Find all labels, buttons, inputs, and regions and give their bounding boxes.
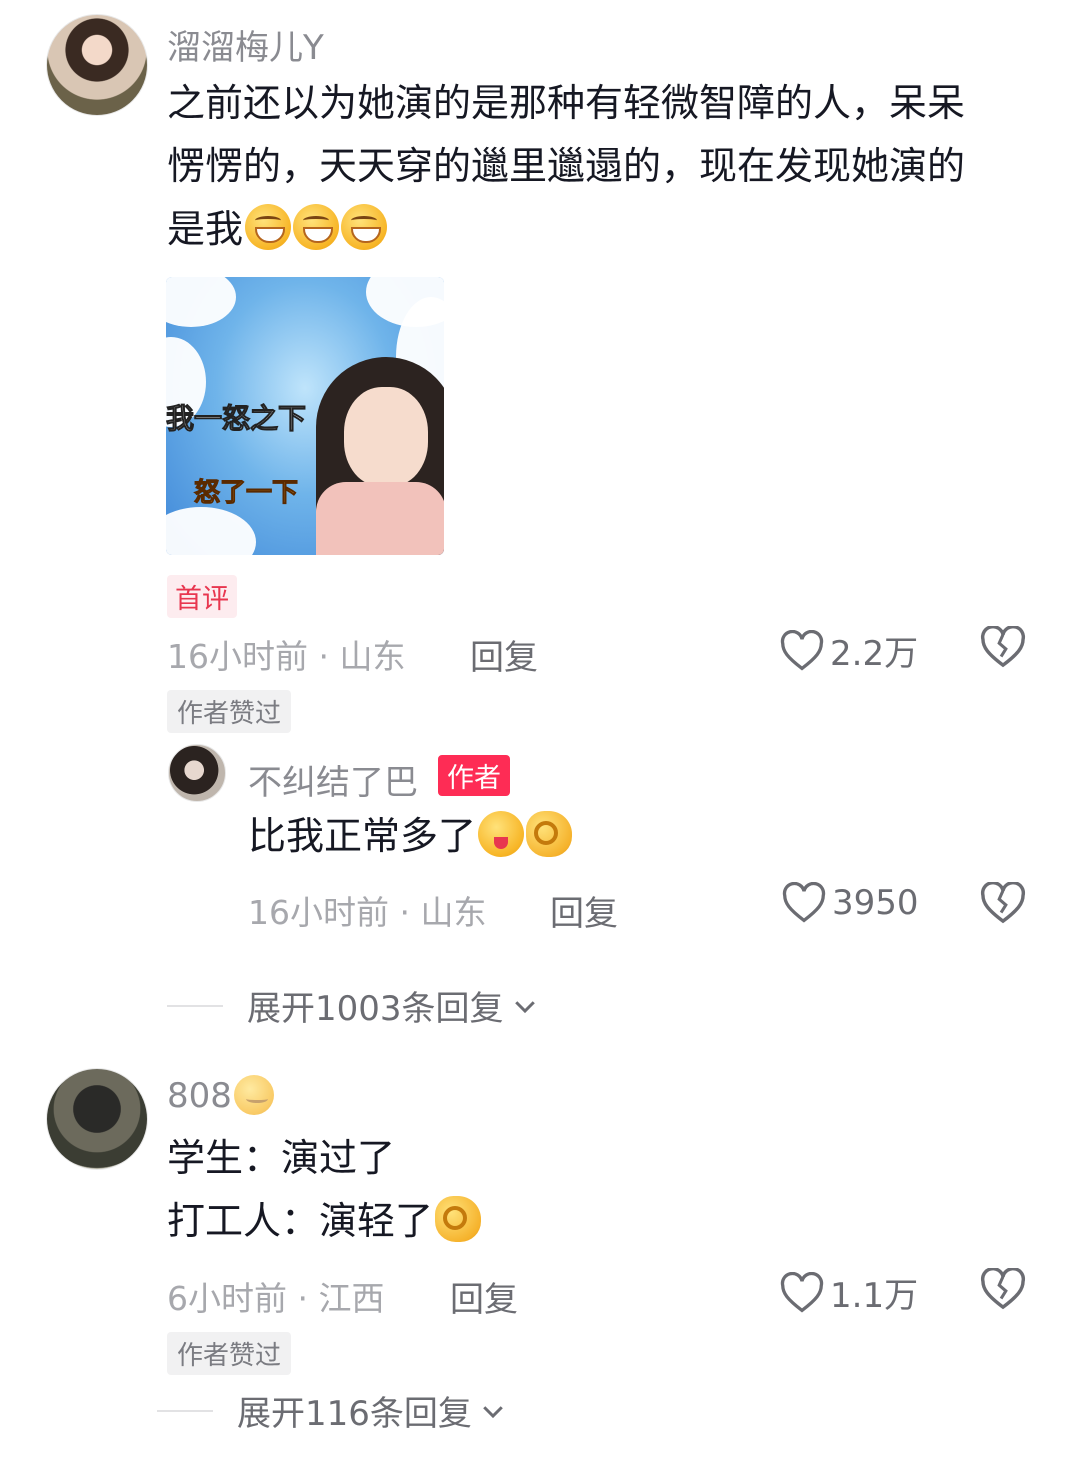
first-comment-badge: 首评 [167, 575, 237, 618]
expand-replies-button[interactable]: 展开116条回复 [157, 1386, 508, 1435]
username[interactable]: 不纠结了巴 [248, 755, 418, 804]
comment-text: 之前还以为她演的是那种有轻微智障的人，呆呆 愣愣的，天天穿的邋里邋遢的，现在发现… [167, 72, 965, 261]
divider [157, 1409, 213, 1412]
avatar[interactable] [46, 14, 148, 116]
grinning-emoji-icon [341, 204, 388, 250]
meme-caption: 我一怒之下 [166, 402, 307, 436]
reply-button[interactable]: 回复 [450, 1272, 518, 1321]
username-row[interactable]: 808 [167, 1075, 274, 1116]
dislike-button[interactable] [980, 625, 1026, 672]
username[interactable]: 溜溜梅儿Y [167, 20, 324, 69]
divider [167, 1004, 223, 1007]
chevron-down-icon [514, 1000, 535, 1013]
like-count: 1.1万 [830, 1276, 919, 1316]
author-liked-badge: 作者赞过 [167, 1332, 292, 1375]
avatar[interactable] [46, 1068, 148, 1170]
broken-heart-icon [980, 881, 1026, 924]
comment-line: 是我 [167, 198, 965, 261]
heart-icon [780, 629, 824, 670]
sleeping-emoji-icon [233, 1075, 274, 1115]
like-button[interactable]: 1.1万 [780, 1268, 918, 1317]
username[interactable]: 808 [167, 1076, 232, 1116]
time-location: 16小时前 · 山东 [167, 637, 406, 676]
reply-text: 比我正常多了 [248, 805, 573, 868]
ok-hand-emoji-icon [526, 811, 573, 857]
expand-replies-label: 展开116条回复 [237, 1394, 472, 1434]
heart-icon [780, 1271, 824, 1312]
author-badge: 作者 [438, 755, 510, 796]
reply-button[interactable]: 回复 [470, 630, 538, 679]
like-count: 3950 [832, 883, 919, 923]
author-liked-badge: 作者赞过 [167, 690, 292, 733]
chevron-down-icon [483, 1405, 503, 1418]
avatar[interactable] [168, 744, 226, 802]
comment-line: 学生：演过了 [167, 1136, 396, 1180]
expand-replies-button[interactable]: 展开1003条回复 [167, 981, 540, 1030]
comment-line: 之前还以为她演的是那种有轻微智障的人，呆呆 [167, 81, 966, 125]
reply-button[interactable]: 回复 [550, 886, 618, 935]
heart-icon [782, 882, 826, 923]
grinning-emoji-icon [293, 204, 340, 250]
comment-line: 打工人：演轻了 [167, 1190, 482, 1253]
time-location: 16小时前 · 山东 [248, 893, 487, 932]
broken-heart-icon [980, 625, 1026, 668]
like-button[interactable]: 2.2万 [780, 626, 918, 675]
like-button[interactable]: 3950 [782, 882, 919, 924]
like-count: 2.2万 [830, 634, 919, 674]
comment-text: 学生：演过了 打工人：演轻了 [167, 1127, 482, 1253]
meme-image[interactable]: 我一怒之下 怒了一下 [166, 277, 444, 555]
wink-tongue-emoji-icon [478, 811, 525, 857]
meme-caption: 怒了一下 [193, 478, 299, 509]
time-location: 6小时前 · 江西 [167, 1279, 385, 1318]
broken-heart-icon [980, 1267, 1026, 1310]
ok-hand-emoji-icon [435, 1196, 482, 1242]
expand-replies-label: 展开1003条回复 [247, 989, 504, 1029]
dislike-button[interactable] [980, 881, 1026, 928]
dislike-button[interactable] [980, 1267, 1026, 1314]
grinning-emoji-icon [245, 204, 292, 250]
comment-line: 愣愣的，天天穿的邋里邋遢的，现在发现她演的 [167, 144, 966, 188]
